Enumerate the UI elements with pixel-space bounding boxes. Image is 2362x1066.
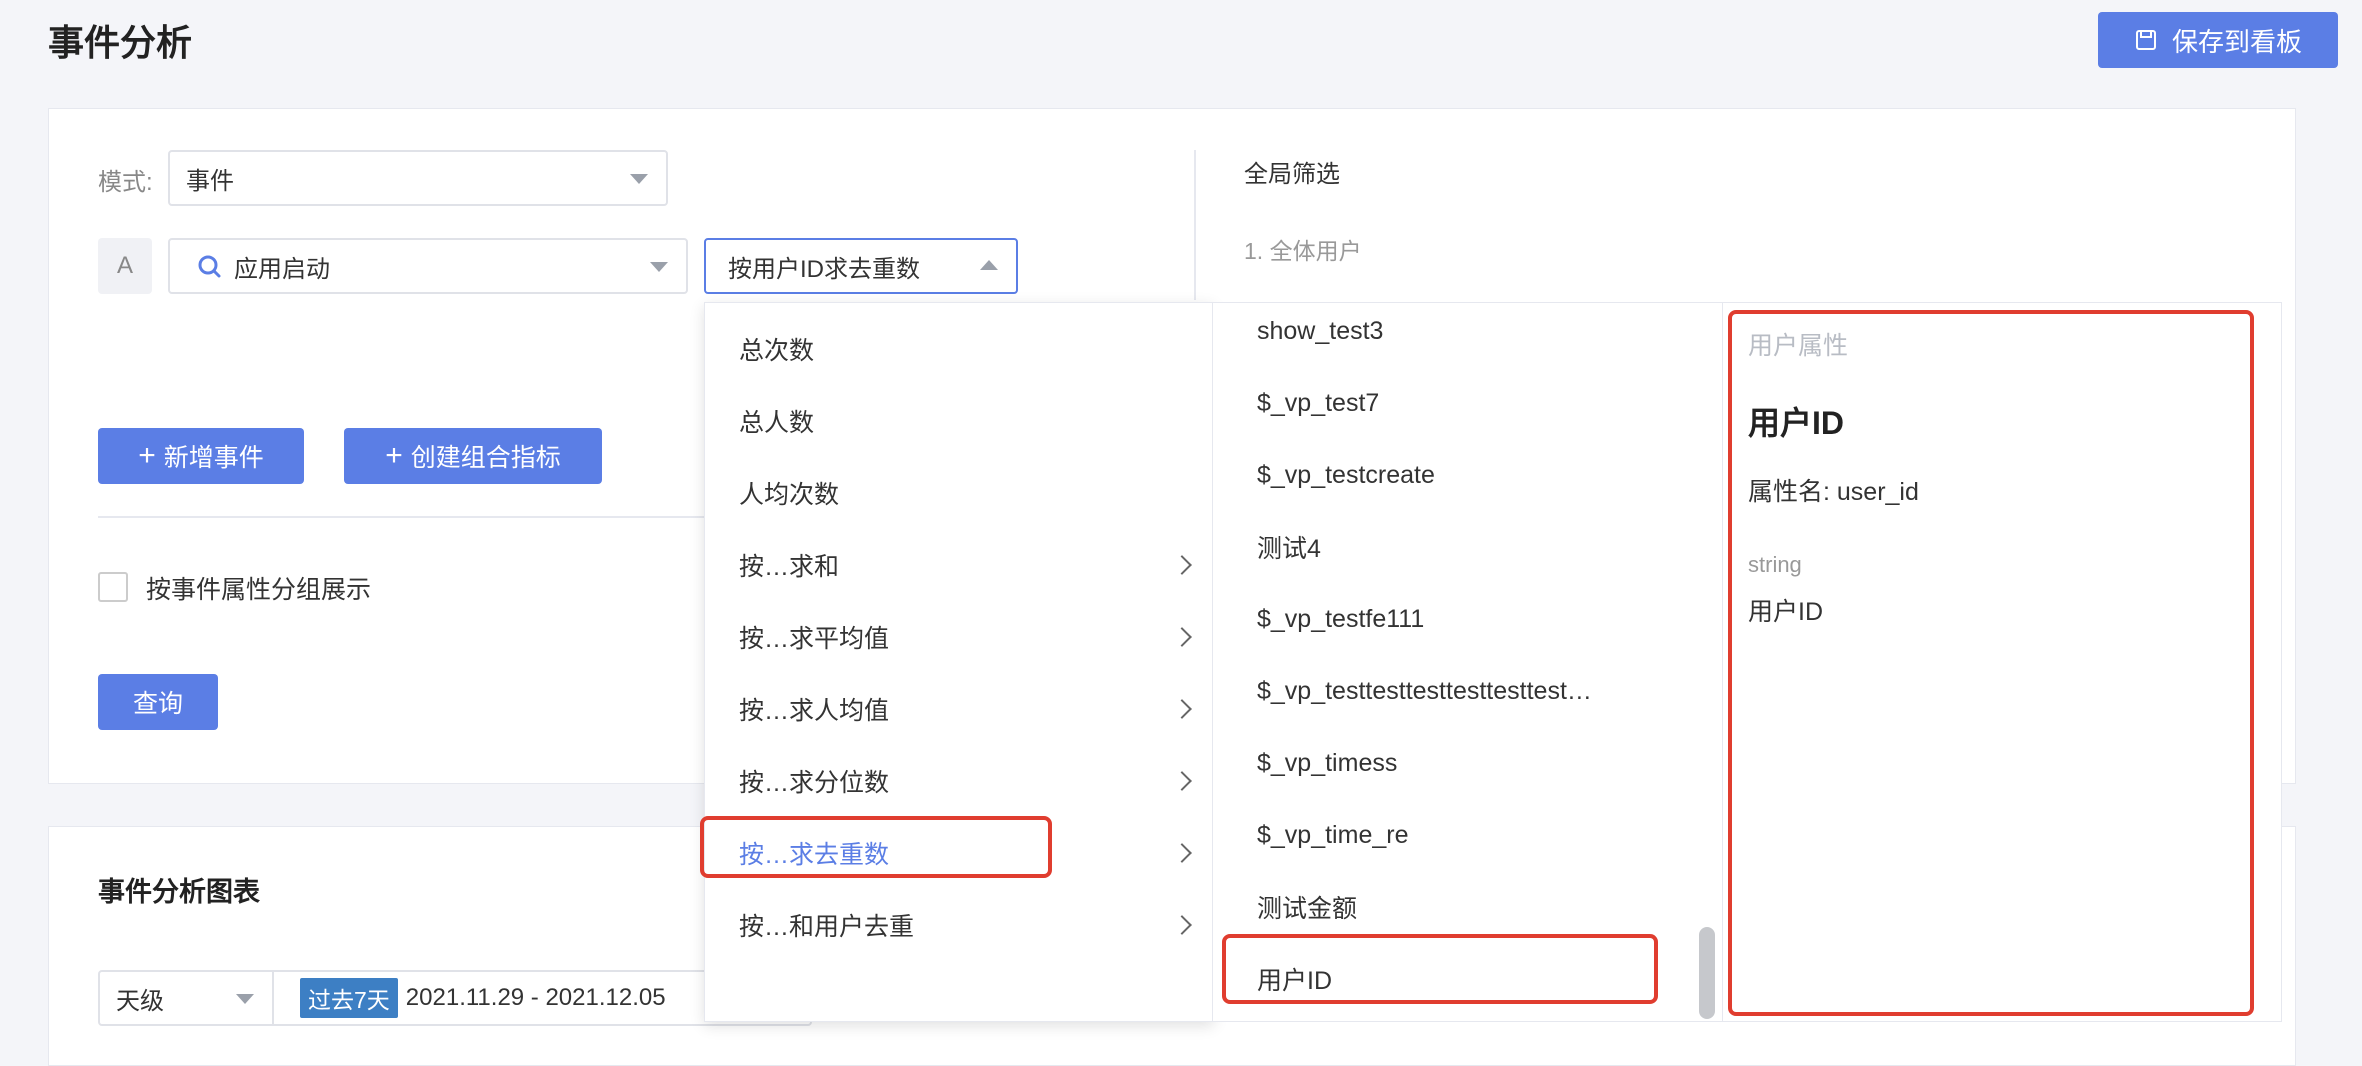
metric-menu-item-label: 按…求分位数	[739, 769, 890, 797]
chevron-up-icon	[980, 260, 998, 270]
query-button-label: 查询	[132, 690, 183, 718]
chevron-right-icon	[1172, 843, 1192, 863]
property-list-item[interactable]: $_vp_testtesttesttesttesttest…	[1213, 655, 1693, 727]
save-to-board-label: 保存到看板	[2171, 26, 2302, 57]
group-by-checkbox[interactable]	[98, 572, 128, 602]
metric-menu-item[interactable]: 总次数	[705, 313, 1213, 385]
chevron-right-icon	[1172, 555, 1192, 575]
property-list-item-label: $_vp_test7	[1257, 388, 1380, 417]
save-to-board-button[interactable]: 保存到看板	[2098, 12, 2338, 68]
global-filter-title: 全局筛选	[1244, 161, 1340, 188]
granularity-select[interactable]: 天级	[98, 970, 274, 1026]
plus-icon: +	[385, 439, 403, 472]
metric-select[interactable]: 按用户ID求去重数	[704, 238, 1018, 294]
global-filter-item[interactable]: 1. 全体用户	[1244, 232, 1362, 266]
metric-menu-item-label: 按…求平均值	[739, 625, 890, 653]
group-by-label: 按事件属性分组展示	[146, 576, 372, 604]
metric-select-value: 按用户ID求去重数	[728, 255, 920, 283]
property-list-item[interactable]: 测试金额	[1213, 871, 1693, 943]
property-list-item-label: $_vp_time_re	[1257, 820, 1409, 849]
granularity-value: 天级	[116, 987, 164, 1015]
chevron-right-icon	[1172, 627, 1192, 647]
property-list-scrollbar[interactable]	[1699, 927, 1715, 1019]
mode-select[interactable]: 事件	[168, 150, 668, 206]
metric-menu-item[interactable]: 按…和用户去重	[705, 889, 1213, 961]
metric-menu-item-label: 按…和用户去重	[739, 913, 915, 941]
chevron-down-icon	[650, 262, 668, 272]
metric-menu-item[interactable]: 按…求分位数	[705, 745, 1213, 817]
property-list-item-label: 测试4	[1257, 535, 1321, 563]
highlight-dedup-item	[700, 816, 1052, 878]
chevron-right-icon	[1172, 915, 1192, 935]
chart-section-title: 事件分析图表	[98, 877, 260, 907]
event-search-icon	[198, 255, 221, 278]
add-event-button[interactable]: + 新增事件	[98, 428, 304, 484]
panel-separator	[1194, 150, 1196, 300]
event-index-badge: A	[98, 238, 152, 294]
metric-menu-item-label: 人均次数	[739, 481, 840, 509]
chevron-right-icon	[1172, 699, 1192, 719]
property-list-item-label: $_vp_timess	[1257, 748, 1398, 777]
metric-menu-item[interactable]: 人均次数	[705, 457, 1213, 529]
metric-menu-item-label: 按…求和	[739, 553, 840, 581]
plus-icon: +	[138, 439, 156, 472]
metric-menu-item[interactable]: 总人数	[705, 385, 1213, 457]
property-list-item-label: 测试金额	[1257, 895, 1358, 923]
property-list-item-label: $_vp_testfe111	[1257, 604, 1425, 633]
property-list-panel: show_test3 $_vp_test7 $_vp_testcreate 测试4 $_…	[1212, 302, 1726, 1022]
property-list-item-label: show_test3	[1257, 316, 1384, 345]
metric-menu-item-label: 总人数	[739, 409, 815, 437]
create-metric-button[interactable]: + 创建组合指标	[344, 428, 602, 484]
metric-menu-item[interactable]: 按…求和	[705, 529, 1213, 601]
metric-dropdown-menu: 总次数 总人数 人均次数 按…求和 按…求平均值 按…求人均值 按…求分位数 按…求去重数 按……	[704, 302, 1214, 1022]
create-metric-label: 创建组合指标	[410, 444, 561, 472]
metric-menu-item[interactable]: 按…求人均值	[705, 673, 1213, 745]
chevron-down-icon	[630, 174, 648, 184]
chevron-down-icon	[236, 994, 254, 1004]
property-list-item-label: $_vp_testtesttesttesttesttest…	[1257, 676, 1592, 705]
query-divider	[98, 516, 708, 518]
property-list-item[interactable]: $_vp_test7	[1213, 367, 1693, 439]
metric-menu-item[interactable]: 按…求平均值	[705, 601, 1213, 673]
metric-menu-item-label: 总次数	[739, 337, 815, 365]
property-list-item-label: $_vp_testcreate	[1257, 460, 1435, 489]
property-list-item[interactable]: $_vp_testfe111	[1213, 583, 1693, 655]
add-event-label: 新增事件	[163, 444, 264, 472]
event-select-value: 应用启动	[234, 255, 330, 283]
mode-label: 模式:	[98, 169, 153, 196]
mode-select-value: 事件	[186, 167, 234, 195]
property-list-item[interactable]: $_vp_time_re	[1213, 799, 1693, 871]
property-list-item[interactable]: show_test3	[1213, 303, 1693, 367]
date-range-value: 2021.11.29 - 2021.12.05	[405, 984, 666, 1011]
metric-menu-item-label: 按…求人均值	[739, 697, 890, 725]
chevron-right-icon	[1172, 771, 1192, 791]
page-title: 事件分析	[48, 22, 193, 63]
save-icon	[2135, 30, 2156, 50]
date-range-tag: 过去7天	[300, 978, 398, 1018]
property-list-item[interactable]: 测试4	[1213, 511, 1693, 583]
query-button[interactable]: 查询	[98, 674, 218, 730]
highlight-property-detail	[1728, 310, 2254, 1016]
property-list-item[interactable]: $_vp_testcreate	[1213, 439, 1693, 511]
highlight-user-id-item	[1222, 934, 1658, 1004]
property-list-item[interactable]: $_vp_timess	[1213, 727, 1693, 799]
event-select[interactable]: 应用启动	[168, 238, 688, 294]
